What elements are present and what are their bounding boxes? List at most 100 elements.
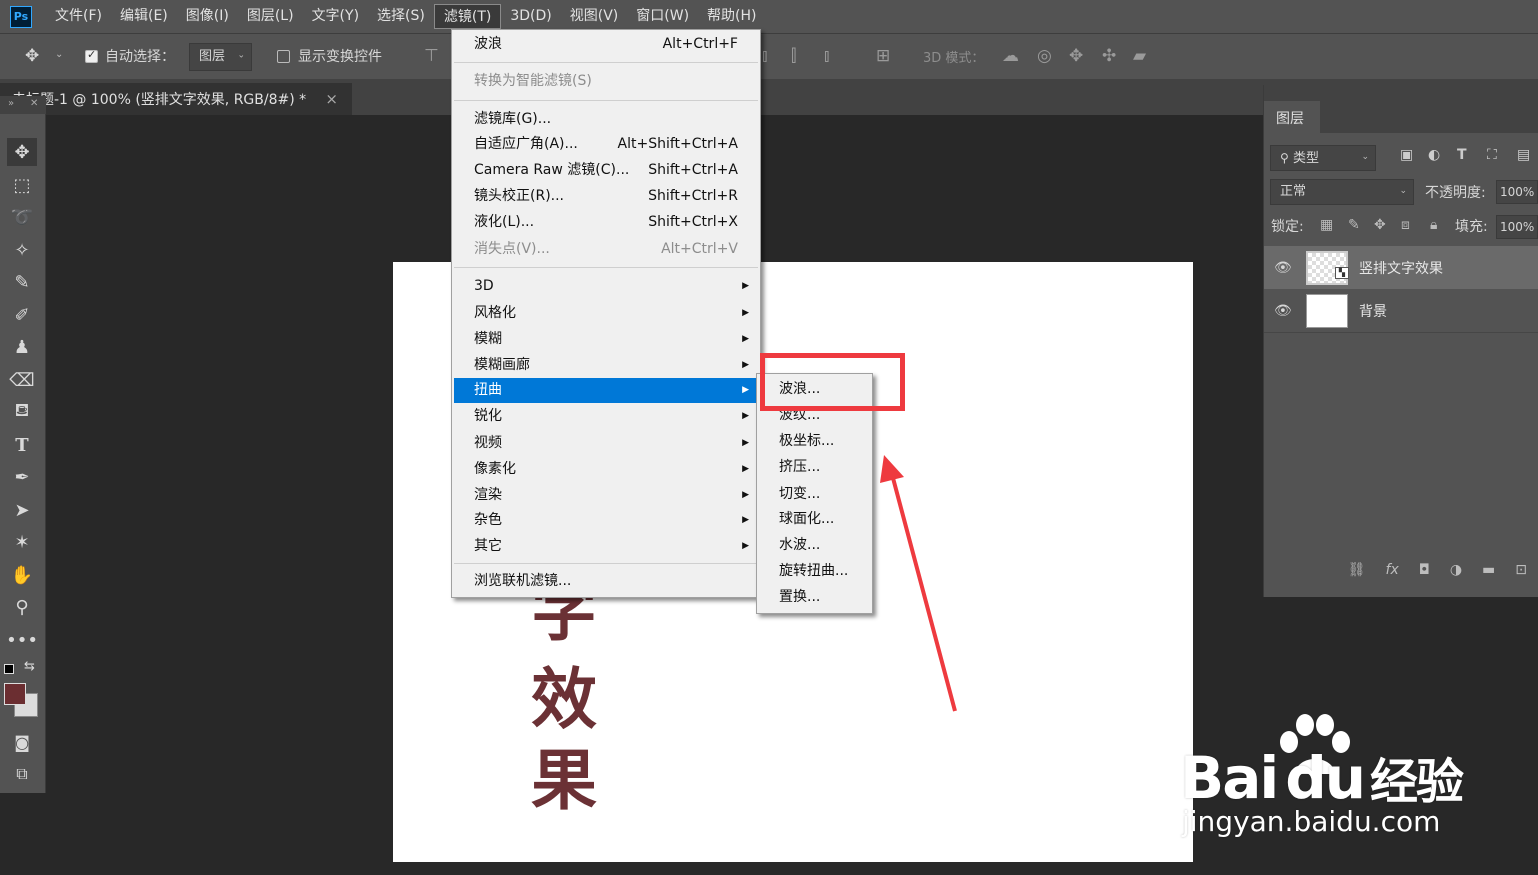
type-tool-icon[interactable]: T [7,431,37,459]
visibility-eye-icon[interactable]: 👁︎ [1274,303,1292,319]
layer-row[interactable]: 👁︎ 背景 [1264,289,1538,332]
filter-pixel-icon[interactable]: ▣ [1400,147,1413,163]
menu-item-blur-gallery[interactable]: 模糊画廊 ▶ [454,353,758,378]
close-panel-icon[interactable]: ✕ [30,98,38,109]
menu-image[interactable]: 图像(I) [177,4,238,29]
submenu-item-twirl[interactable]: 旋转扭曲... [759,558,870,584]
stamp-tool-icon[interactable]: ♟ [7,333,37,361]
submenu-item-spherize[interactable]: 球面化... [759,506,870,532]
3d-scale-icon[interactable]: ▰ [1133,46,1146,66]
blend-mode-dropdown[interactable]: 正常 ⌄ [1270,179,1414,205]
menu-item-blur[interactable]: 模糊 ▶ [454,327,758,352]
menu-item-camera-raw[interactable]: Camera Raw 滤镜(C)... Shift+Ctrl+A [454,158,758,183]
toolbar-header[interactable]: » ✕ [0,96,46,114]
menu-file[interactable]: 文件(F) [46,4,111,29]
layer-style-icon[interactable]: fx [1386,562,1399,578]
distribute-center-icon[interactable]: ⫿ [791,46,796,66]
menu-item-pixelate[interactable]: 像素化 ▶ [454,457,758,482]
default-colors-icon[interactable] [4,664,14,674]
menu-item-lens-correction[interactable]: 镜头校正(R)... Shift+Ctrl+R [454,184,758,209]
menu-filter[interactable]: 滤镜(T) [433,4,502,29]
distribute-vertical-icon[interactable]: ⫾ [762,46,767,66]
eraser-tool-icon[interactable]: ⌫ [7,366,37,394]
fill-field[interactable]: 100% [1496,215,1538,239]
lock-transparent-icon[interactable]: ▦ [1320,217,1333,233]
adjustment-layer-icon[interactable]: ◑ [1450,562,1462,578]
quick-mask-icon[interactable]: ◙ [7,728,37,756]
zoom-tool-icon[interactable]: ⚲ [7,593,37,621]
lock-image-icon[interactable]: ✎ [1348,217,1360,233]
add-mask-icon[interactable]: ◘ [1419,562,1430,578]
menu-edit[interactable]: 编辑(E) [111,4,177,29]
menu-layer[interactable]: 图层(L) [238,4,303,29]
brush-tool-icon[interactable]: ✐ [7,301,37,329]
3d-roll-icon[interactable]: ◎ [1037,46,1052,66]
lock-position-icon[interactable]: ✥ [1374,217,1386,233]
lasso-tool-icon[interactable]: ➰ [7,203,37,231]
3d-orbit-icon[interactable]: ☁ [1002,46,1019,66]
3d-slide-icon[interactable]: ✣ [1102,46,1116,66]
opacity-field[interactable]: 100% [1496,180,1538,204]
pen-tool-icon[interactable]: ✒ [7,463,37,491]
screen-mode-icon[interactable]: ⧉ [7,760,37,788]
menu-item-adaptive-wide-angle[interactable]: 自适应广角(A)... Alt+Shift+Ctrl+A [454,132,758,157]
submenu-item-displace[interactable]: 置换... [759,584,870,610]
document-tab[interactable]: 未标题-1 @ 100% (竖排文字效果, RGB/8#) * × [0,83,352,115]
hand-tool-icon[interactable]: ✋ [7,561,37,589]
3d-pan-icon[interactable]: ✥ [1069,46,1083,66]
menu-view[interactable]: 视图(V) [561,4,628,29]
menu-select[interactable]: 选择(S) [368,4,434,29]
collapse-icon[interactable]: » [8,98,14,109]
menu-item-3d[interactable]: 3D ▶ [454,274,758,299]
swap-colors-icon[interactable]: ⇆ [24,659,35,674]
custom-shape-tool-icon[interactable]: ✶ [7,528,37,556]
submenu-item-shear[interactable]: 切变... [759,481,870,507]
menu-help[interactable]: 帮助(H) [698,4,765,29]
menu-window[interactable]: 窗口(W) [627,4,698,29]
menu-item-last-filter[interactable]: 波浪 Alt+Ctrl+F [454,32,758,57]
auto-align-icon[interactable]: ⊞ [876,46,890,66]
submenu-item-pinch[interactable]: 挤压... [759,454,870,480]
close-tab-icon[interactable]: × [325,90,338,108]
menu-item-video[interactable]: 视频 ▶ [454,431,758,456]
new-layer-icon[interactable]: ⊡ [1515,562,1527,578]
menu-3d[interactable]: 3D(D) [501,4,560,29]
tab-layers[interactable]: 图层 [1264,101,1320,133]
distribute-bottom-icon[interactable]: ⫾ [824,46,829,66]
magic-wand-tool-icon[interactable]: ✧ [7,236,37,264]
move-tool-icon[interactable]: ✥ [7,138,37,166]
lock-artboard-icon[interactable]: ⧈ [1401,217,1410,233]
marquee-tool-icon[interactable]: ⬚ [7,171,37,199]
tool-preset-chevron-icon[interactable]: ⌄ [55,49,63,60]
new-group-icon[interactable]: ▬ [1482,562,1495,578]
link-layers-icon[interactable]: ⛓ [1348,562,1366,578]
path-selection-tool-icon[interactable]: ➤ [7,496,37,524]
filter-smart-object-icon[interactable]: ▤ [1517,147,1530,163]
menu-item-stylize[interactable]: 风格化 ▶ [454,301,758,326]
menu-item-filter-gallery[interactable]: 滤镜库(G)... [454,107,758,132]
filter-type-icon[interactable]: T [1457,147,1467,163]
layer-row[interactable]: 👁︎ ▚ 竖排文字效果 [1264,246,1538,289]
menu-item-distort[interactable]: 扭曲 ▶ [454,378,758,403]
eyedropper-tool-icon[interactable]: ✎ [7,268,37,296]
auto-select-checkbox[interactable] [85,48,98,63]
more-tools-icon[interactable]: ••• [6,626,38,654]
menu-item-liquify[interactable]: 液化(L)... Shift+Ctrl+X [454,210,758,235]
auto-select-dropdown[interactable]: 图层 ⌄ [189,43,252,71]
align-top-icon[interactable]: ⊤ [424,46,439,66]
visibility-eye-icon[interactable]: 👁︎ [1274,260,1292,276]
move-tool-icon[interactable]: ✥ [25,46,39,66]
submenu-item-zigzag[interactable]: 水波... [759,532,870,558]
filter-shape-icon[interactable]: ⛶ [1487,147,1497,163]
menu-item-vanishing-point[interactable]: 消失点(V)... Alt+Ctrl+V [454,237,758,262]
menu-item-other[interactable]: 其它 ▶ [454,534,758,559]
submenu-item-polar-coordinates[interactable]: 极坐标... [759,428,870,454]
foreground-color-swatch[interactable] [4,683,26,705]
show-transform-checkbox[interactable] [277,50,290,63]
menu-item-browse-online-filters[interactable]: 浏览联机滤镜... [454,569,758,594]
menu-type[interactable]: 文字(Y) [303,4,368,29]
menu-item-sharpen[interactable]: 锐化 ▶ [454,404,758,429]
lock-all-icon[interactable]: 🔒︎ [1430,217,1437,233]
menu-item-convert-smart-filter[interactable]: 转换为智能滤镜(S) [454,69,758,94]
layer-filter-dropdown[interactable]: ⚲ 类型 ⌄ [1270,145,1376,171]
